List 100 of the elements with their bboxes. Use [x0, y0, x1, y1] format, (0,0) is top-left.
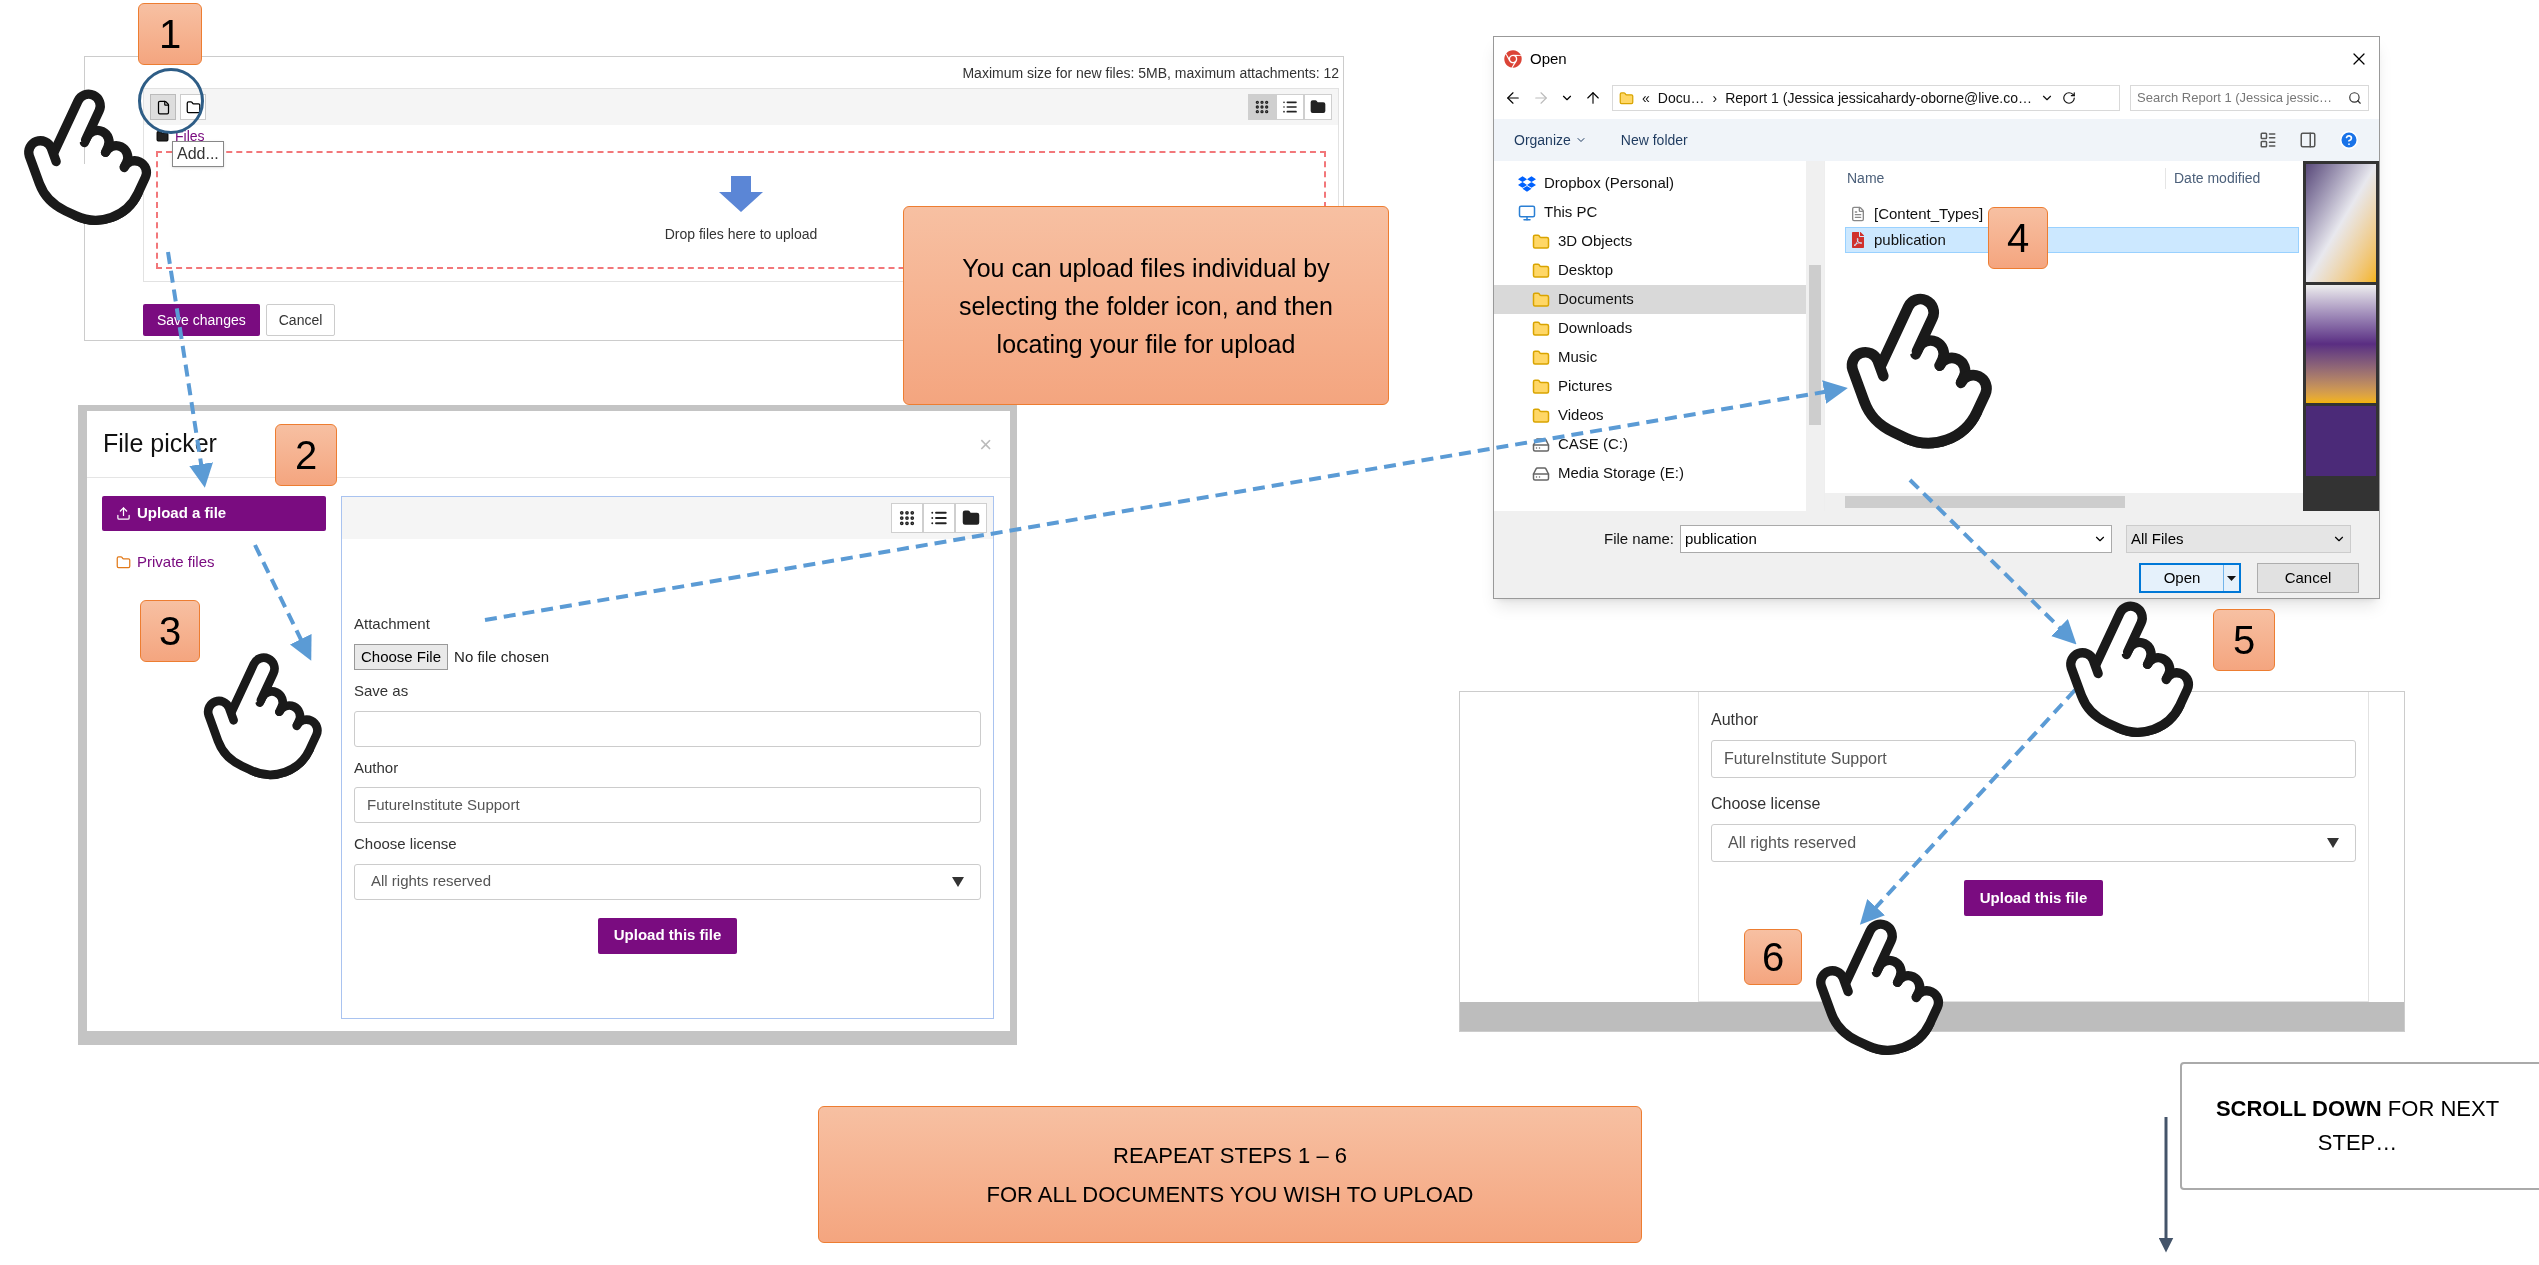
folder-icon	[116, 555, 131, 570]
folder-icon	[1532, 406, 1550, 425]
step-number-badge: 2	[275, 424, 337, 486]
dropbox-icon	[1518, 174, 1536, 193]
new-folder-button[interactable]: New folder	[1620, 129, 1688, 151]
step-number-badge: 1	[138, 3, 202, 65]
drive-icon	[1532, 464, 1550, 483]
step-number-badge: 5	[2213, 609, 2275, 671]
grid-icon	[1254, 99, 1270, 115]
open-button[interactable]: Open	[2139, 563, 2241, 593]
list-icon	[930, 509, 948, 527]
input-field[interactable]	[354, 710, 981, 747]
file-icon	[155, 99, 171, 115]
tree-item[interactable]: CASE (C:)	[1494, 430, 1806, 459]
add-file-button[interactable]	[150, 94, 176, 120]
tree-item[interactable]: Music	[1494, 343, 1806, 372]
file-type-select[interactable]: All Files	[2126, 525, 2352, 553]
field-label: Choose license	[354, 834, 458, 854]
view-button[interactable]	[955, 503, 987, 533]
tree-item[interactable]: Desktop	[1494, 256, 1806, 285]
file-name-field[interactable]: publication	[1680, 525, 2113, 553]
step-number-badge: 4	[1988, 207, 2048, 269]
save-button[interactable]: Save changes	[143, 304, 260, 336]
upload-file-button[interactable]: Upload this file	[1963, 880, 2104, 916]
folder-icon	[1532, 232, 1550, 251]
upload-limits-text: Maximum size for new files: 5MB, maximum attachments: 12	[962, 64, 1339, 83]
folder-icon	[185, 99, 201, 115]
create-folder-button[interactable]	[180, 94, 206, 120]
view-button[interactable]	[1276, 94, 1304, 120]
tree-item[interactable]: Pictures	[1494, 372, 1806, 401]
view-options-icon[interactable]	[2259, 131, 2277, 149]
folder-icon	[1619, 90, 1634, 106]
down-arrow-icon	[719, 175, 763, 212]
view-button[interactable]	[891, 503, 923, 533]
choose-file-button[interactable]: Choose File	[354, 643, 449, 670]
tree-item[interactable]: Dropbox (Personal)	[1494, 169, 1806, 198]
view-button[interactable]	[1248, 94, 1276, 120]
help-icon[interactable]	[2339, 130, 2359, 150]
search-icon	[2348, 91, 2362, 105]
file-name-label: File name:	[1604, 528, 1675, 549]
tree-item[interactable]: Downloads	[1494, 314, 1806, 343]
folder-icon	[1532, 377, 1550, 396]
upload-icon	[116, 506, 131, 521]
folder-icon	[1532, 261, 1550, 280]
refresh-icon	[2061, 91, 2076, 105]
caret-icon	[2223, 565, 2239, 591]
folder-icon	[1532, 319, 1550, 338]
caret-icon	[952, 876, 964, 887]
folder-icon	[1532, 348, 1550, 367]
view-button[interactable]	[1304, 94, 1332, 120]
field-label: Attachment	[354, 614, 431, 634]
field-label: Author	[1711, 710, 1760, 730]
organize-menu[interactable]: Organize	[1514, 129, 1587, 151]
file-icon	[1850, 206, 1866, 222]
tree-item[interactable]: Media Storage (E:)	[1494, 459, 1806, 488]
vertical-scrollbar[interactable]	[1806, 161, 1824, 511]
folder-icon	[1310, 99, 1326, 115]
folder-icon	[962, 509, 980, 527]
field-label: Choose license	[1711, 794, 1822, 814]
search-field[interactable]: Search Report 1 (Jessica jessic…	[2130, 85, 2369, 111]
license-select[interactable]: All rights reserved	[354, 863, 981, 900]
drop-hint: Drop files here to upload	[664, 224, 818, 244]
add-tooltip: Add...	[172, 141, 224, 167]
tree-item[interactable]: Documents	[1494, 285, 1806, 314]
up-icon[interactable]	[1584, 89, 1602, 107]
input-field[interactable]: FutureInstitute Support	[1711, 740, 2356, 778]
view-button[interactable]	[923, 503, 955, 533]
column-header[interactable]: Date modified	[2165, 167, 2261, 189]
field-label: Author	[354, 757, 400, 778]
upload-file-button[interactable]: Upload this file	[597, 917, 738, 954]
tree-item[interactable]: This PC	[1494, 198, 1806, 227]
browser-icon	[1504, 50, 1522, 68]
callout-text: You can upload files individual by selecting the folder icon, and then locating your file for upload	[958, 252, 1334, 360]
address-bar[interactable]: « Docu… › Report 1 (Jessica jessicahardy-oborne@live.co…	[1612, 85, 2120, 111]
tree-item[interactable]: Videos	[1494, 401, 1806, 430]
step-number-badge: 6	[1744, 929, 1802, 985]
field-label: Save as	[354, 681, 410, 701]
license-select[interactable]: All rights reserved	[1711, 824, 2356, 862]
document-thumbnail	[2306, 406, 2376, 476]
horizontal-scrollbar[interactable]	[1825, 493, 2303, 511]
source-item[interactable]: Upload a file	[102, 496, 326, 531]
drive-icon	[1532, 435, 1550, 454]
back-icon[interactable]	[1504, 89, 1522, 107]
scroll-note-text: SCROLL DOWN FOR NEXT STEP…	[2214, 1095, 2501, 1157]
column-header[interactable]: Name	[1847, 167, 2165, 189]
preview-pane-icon[interactable]	[2299, 131, 2317, 149]
cancel-button[interactable]: Cancel	[2257, 563, 2359, 593]
note-line: REAPEAT STEPS 1 – 6	[1113, 1141, 1347, 1170]
cancel-button[interactable]: Cancel	[265, 304, 336, 336]
note-line: FOR ALL DOCUMENTS YOU WISH TO UPLOAD	[986, 1180, 1474, 1209]
tree-item[interactable]: 3D Objects	[1494, 227, 1806, 256]
dialog-title: Open	[1530, 48, 1567, 69]
folder-icon	[1532, 290, 1550, 309]
grid-icon	[898, 509, 916, 527]
computer-icon	[1518, 203, 1536, 222]
folder-icon	[156, 129, 169, 143]
file-status: No file chosen	[454, 646, 550, 667]
caret-icon	[2327, 838, 2339, 848]
list-icon	[1282, 99, 1298, 115]
input-field[interactable]: FutureInstitute Support	[354, 787, 981, 823]
